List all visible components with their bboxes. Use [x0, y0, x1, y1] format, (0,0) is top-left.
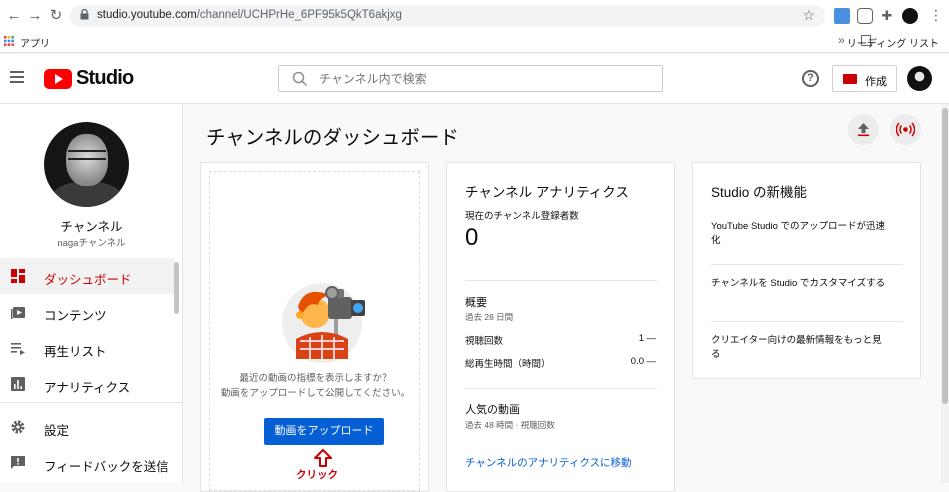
- sidebar-item-label: フィードバックを送信: [44, 460, 169, 474]
- whats-new-card: Studio の新機能 YouTube Studio でのアップロードが迅速化 …: [692, 162, 921, 379]
- divider: [711, 264, 903, 265]
- chat-extension-icon[interactable]: [857, 8, 873, 24]
- browser-menu-icon[interactable]: ⋮: [928, 8, 944, 24]
- upload-prompt-line-2: 動画をアップロードして公開してください。: [220, 388, 411, 399]
- channel-search[interactable]: [278, 65, 663, 92]
- account-avatar[interactable]: [907, 66, 932, 91]
- sidebar: チャンネル nagaチャンネル ダッシュボード コンテンツ 再生リスト アナリテ…: [0, 104, 183, 483]
- forward-icon[interactable]: →: [25, 6, 45, 26]
- news-item[interactable]: YouTube Studio でのアップロードが迅速化: [711, 220, 886, 248]
- upload-drop-area: 最近の動画の指標を表示しますか？ 動画をアップロードして公開してください。 動画…: [209, 171, 420, 491]
- lock-icon: [80, 9, 89, 20]
- content-icon: [11, 307, 25, 319]
- search-icon: [292, 71, 308, 87]
- divider: [711, 321, 903, 322]
- upload-card: 最近の動画の指標を表示しますか？ 動画をアップロードして公開してください。 動画…: [200, 162, 429, 492]
- sidebar-item-dashboard[interactable]: ダッシュボード: [0, 258, 175, 294]
- studio-header: Studio ? 作成: [0, 54, 949, 104]
- news-item[interactable]: チャンネルを Studio でカスタマイズする: [711, 277, 886, 291]
- views-label: 視聴回数: [465, 336, 504, 347]
- whats-new-title: Studio の新機能: [711, 185, 808, 200]
- click-annotation: クリック: [296, 469, 338, 481]
- upload-video-button[interactable]: [848, 114, 879, 145]
- camera-operator-illustration: [282, 283, 365, 363]
- create-button[interactable]: 作成: [832, 65, 897, 92]
- upload-prompt-line-1: 最近の動画の指標を表示しますか？: [239, 373, 392, 384]
- upload-video-primary-button[interactable]: 動画をアップロード: [264, 418, 384, 445]
- bookmark-star-icon[interactable]: ☆: [802, 7, 815, 24]
- arrow-up-icon: [314, 449, 332, 467]
- search-input[interactable]: [319, 69, 649, 88]
- summary-period: 過去 28 日間: [465, 312, 514, 322]
- playlist-icon: [11, 343, 25, 355]
- sidebar-divider: [0, 402, 183, 403]
- reading-list-button[interactable]: リーディング リスト: [847, 35, 939, 50]
- go-to-analytics-link[interactable]: チャンネルのアナリティクスに移動: [465, 455, 632, 470]
- upload-icon: [858, 123, 869, 137]
- settings-icon: [11, 420, 25, 434]
- feedback-icon: [11, 456, 25, 469]
- profile-avatar-icon[interactable]: [902, 8, 918, 24]
- popular-videos-title: 人気の動画: [465, 404, 520, 416]
- analytics-card-title: チャンネル アナリティクス: [465, 185, 629, 200]
- extensions-puzzle-icon[interactable]: ✚: [879, 8, 895, 24]
- bookmarks-overflow[interactable]: »: [838, 33, 845, 47]
- sidebar-scrollbar[interactable]: [174, 262, 179, 314]
- news-item[interactable]: クリエイター向けの最新情報をもっと見る: [711, 334, 886, 362]
- sidebar-item-content[interactable]: コンテンツ: [0, 294, 175, 330]
- channel-handle: nagaチャンネル: [57, 238, 126, 249]
- sidebar-item-label: コンテンツ: [44, 309, 107, 323]
- divider: [465, 280, 657, 281]
- go-live-button[interactable]: [890, 114, 921, 145]
- page-scrollbar-thumb[interactable]: [942, 108, 948, 404]
- watch-time-label: 総再生時間（時間）: [465, 359, 551, 370]
- page-title: チャンネルのダッシュボード: [206, 127, 459, 149]
- watch-time-value: 0.0: [630, 356, 644, 367]
- address-bar[interactable]: studio.youtube.com/channel/UCHPrHe_6PF95…: [70, 5, 825, 27]
- subscriber-count-value: 0: [465, 224, 479, 251]
- subscriber-count-label: 現在のチャンネル登録者数: [465, 211, 579, 222]
- sidebar-item-analytics[interactable]: アナリティクス: [0, 366, 175, 402]
- menu-icon[interactable]: [10, 71, 24, 83]
- views-trend: —: [646, 333, 657, 344]
- summary-title: 概要: [465, 297, 487, 309]
- create-button-label: 作成: [865, 76, 887, 88]
- sidebar-item-label: 再生リスト: [44, 345, 107, 359]
- video-camera-icon: [843, 74, 857, 84]
- sidebar-item-label: 設定: [44, 424, 70, 438]
- bookmarks-bar: アプリ » リーディング リスト: [0, 30, 949, 52]
- popular-videos-period: 過去 48 時間 · 視聴回数: [465, 420, 555, 430]
- youtube-logo-icon[interactable]: [44, 69, 72, 89]
- upload-prompt-text: 最近の動画の指標を表示しますか？ 動画をアップロードして公開してください。: [210, 371, 421, 401]
- analytics-icon: [11, 377, 25, 391]
- sidebar-item-label: ダッシュボード: [44, 273, 132, 287]
- download-extension-icon[interactable]: [834, 8, 850, 24]
- sidebar-item-label: アナリティクス: [44, 381, 131, 395]
- url-text: studio.youtube.com/channel/UCHPrHe_6PF95…: [97, 9, 402, 21]
- sidebar-item-feedback[interactable]: フィードバックを送信: [0, 445, 175, 481]
- sidebar-item-playlists[interactable]: 再生リスト: [0, 330, 175, 366]
- dashboard-icon: [11, 269, 25, 283]
- views-value: 1: [638, 333, 644, 344]
- apps-bookmark[interactable]: アプリ: [20, 35, 50, 50]
- browser-toolbar: ← → ↻ studio.youtube.com/channel/UCHPrHe…: [0, 0, 949, 53]
- channel-analytics-card: チャンネル アナリティクス 現在のチャンネル登録者数 0 概要 過去 28 日間…: [446, 162, 675, 492]
- live-broadcast-icon: [896, 122, 915, 137]
- reload-icon[interactable]: ↻: [46, 6, 66, 26]
- channel-name: チャンネル: [60, 220, 123, 234]
- back-icon[interactable]: ←: [4, 6, 24, 26]
- studio-logo-text[interactable]: Studio: [76, 67, 134, 90]
- page-scrollbar[interactable]: [941, 104, 949, 483]
- watch-time-trend: —: [646, 356, 657, 367]
- sidebar-item-settings[interactable]: 設定: [0, 409, 175, 445]
- divider: [465, 388, 657, 389]
- apps-grid-icon[interactable]: [4, 36, 14, 46]
- help-icon[interactable]: ?: [802, 70, 819, 87]
- channel-avatar[interactable]: [44, 122, 129, 207]
